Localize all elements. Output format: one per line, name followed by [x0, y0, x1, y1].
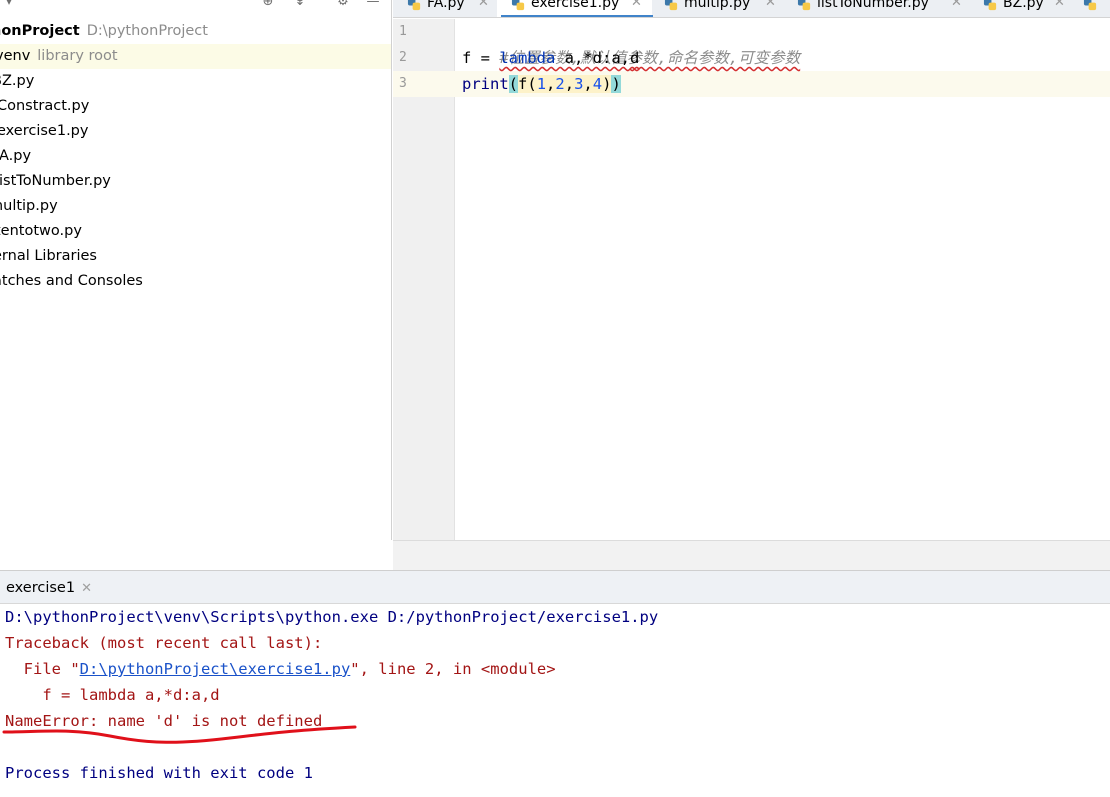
editor-tab-bar: FA.py ✕ exercise1.py ✕ multip.py ✕ listT… — [393, 0, 1110, 18]
close-icon[interactable]: ✕ — [631, 0, 642, 14]
tree-item-file[interactable]: tentotwo.py — [0, 219, 391, 244]
python-file-icon — [664, 0, 678, 11]
tree-item-label: tentotwo.py — [0, 223, 82, 239]
red-underline-annotation — [2, 725, 357, 744]
close-icon[interactable]: ✕ — [765, 0, 776, 14]
tab-multip[interactable]: multip.py ✕ — [664, 0, 779, 17]
project-panel-footer — [0, 540, 392, 570]
tree-item-label: multip.py — [0, 198, 58, 214]
tree-item-file[interactable]: exercise1.py — [0, 119, 391, 144]
console-text: ", line 2, in <module> — [350, 660, 556, 678]
code-token: f( — [518, 75, 537, 93]
console-exit-line: Process finished with exit code 1 — [5, 764, 313, 782]
builtin-token: print — [462, 75, 509, 93]
python-file-icon — [407, 0, 421, 11]
line-number-gutter: 1 2 3 — [393, 19, 455, 540]
run-tool-window-header: exercise1 ✕ — [0, 570, 1110, 604]
number-token: 3 — [574, 75, 584, 93]
paren-range: f(1,2,3,4) — [518, 75, 612, 93]
number-token: 2 — [555, 75, 565, 93]
number-token: 4 — [592, 75, 603, 93]
tab-label: exercise1.py — [531, 0, 620, 11]
tree-item-file[interactable]: FA.py — [0, 144, 391, 169]
tree-item-file[interactable]: Constract.py — [0, 94, 391, 119]
python-file-icon — [1083, 0, 1097, 11]
console-traceback-header: Traceback (most recent call last): — [5, 634, 323, 652]
code-line-1[interactable]: #位置参数,默认值参数,命名参数,可变参数 — [462, 19, 800, 67]
tree-item-label: listToNumber.py — [0, 173, 111, 189]
tree-item-label: ernal Libraries — [0, 248, 97, 264]
project-panel: ▾ ⊕ ⇟ ⚙ — honProject D:\pythonProject ven… — [0, 0, 392, 570]
tree-item-venv[interactable]: venv library root — [0, 44, 391, 69]
line-number: 3 — [399, 76, 407, 91]
run-console[interactable]: D:\pythonProject\venv\Scripts\python.exe… — [0, 604, 1110, 797]
close-icon[interactable]: ✕ — [951, 0, 962, 14]
tree-item-label: honProject — [0, 23, 80, 39]
tree-item-scratches[interactable]: atches and Consoles — [0, 269, 391, 294]
tab-fa[interactable]: FA.py ✕ — [407, 0, 495, 17]
tree-item-label: venv — [0, 48, 31, 64]
locate-icon[interactable]: ⊕ — [259, 0, 277, 10]
number-token: 1 — [536, 75, 547, 93]
tab-exercise1[interactable]: exercise1.py ✕ — [501, 0, 653, 17]
close-icon[interactable]: ✕ — [81, 581, 92, 596]
console-code-line: f = lambda a,*d:a,d — [5, 686, 220, 704]
tree-item-label: BZ.py — [0, 73, 35, 89]
console-traceback-file-line: File "D:\pythonProject\exercise1.py", li… — [5, 656, 556, 682]
run-tab-exercise1[interactable]: exercise1 ✕ — [0, 571, 98, 605]
console-command-line: D:\pythonProject\venv\Scripts\python.exe… — [5, 608, 659, 626]
tree-item-project-root[interactable]: honProject D:\pythonProject — [0, 19, 391, 44]
chevron-down-icon[interactable]: ▾ — [0, 0, 18, 10]
python-file-icon — [511, 0, 525, 11]
tree-item-hint: library root — [37, 48, 118, 64]
tree-item-label: FA.py — [0, 148, 32, 164]
tree-item-file[interactable]: listToNumber.py — [0, 169, 391, 194]
tree-item-file[interactable]: BZ.py — [0, 69, 391, 94]
matched-paren: ( — [508, 75, 519, 93]
tab-bz[interactable]: BZ.py ✕ — [983, 0, 1088, 17]
tree-item-external-libraries[interactable]: ernal Libraries — [0, 244, 391, 269]
run-tab-label: exercise1 — [6, 580, 76, 596]
close-icon[interactable]: ✕ — [1054, 0, 1065, 14]
collapse-all-icon[interactable]: ⇟ — [291, 0, 309, 10]
code-token: a,*d:a, — [555, 49, 630, 67]
tree-item-label: exercise1.py — [0, 123, 89, 139]
tab-label: BZ.py — [1003, 0, 1044, 11]
tree-item-label: Constract.py — [0, 98, 90, 114]
code-token: f = — [462, 49, 500, 67]
project-toolbar: ▾ ⊕ ⇟ ⚙ — — [0, 0, 391, 12]
tab-label: FA.py — [427, 0, 465, 11]
python-file-icon — [983, 0, 997, 11]
python-file-icon — [797, 0, 811, 11]
code-editor[interactable]: 1 2 3 #位置参数,默认值参数,命名参数,可变参数 f = lambda a… — [393, 19, 1110, 540]
keyword-token: lambda — [499, 49, 556, 67]
line-number: 2 — [399, 50, 407, 65]
tab-listtonumber[interactable]: listToNumber.py ✕ — [797, 0, 967, 17]
gear-icon[interactable]: ⚙ — [334, 0, 352, 10]
tree-item-file[interactable]: multip.py — [0, 194, 391, 219]
code-line-2[interactable]: f = lambda a,*d:a,d — [462, 45, 639, 71]
code-token: , — [583, 75, 593, 93]
line-number: 1 — [399, 24, 407, 39]
code-token: , — [564, 75, 575, 93]
unresolved-reference-token: d — [629, 49, 640, 67]
hide-icon[interactable]: — — [364, 0, 382, 10]
close-icon[interactable]: ✕ — [478, 0, 489, 14]
editor-footer — [393, 540, 1110, 570]
code-line-3[interactable]: print(f(1,2,3,4)) — [462, 71, 621, 97]
tab-overflow[interactable] — [1083, 0, 1110, 17]
tree-item-label: atches and Consoles — [0, 273, 143, 289]
tree-item-hint: D:\pythonProject — [86, 23, 208, 39]
tab-label: multip.py — [684, 0, 751, 11]
console-file-link[interactable]: D:\pythonProject\exercise1.py — [80, 660, 351, 678]
tab-label: listToNumber.py — [817, 0, 929, 11]
code-token: , — [546, 75, 556, 93]
matched-paren: ) — [611, 75, 621, 93]
console-text: File " — [5, 660, 80, 678]
